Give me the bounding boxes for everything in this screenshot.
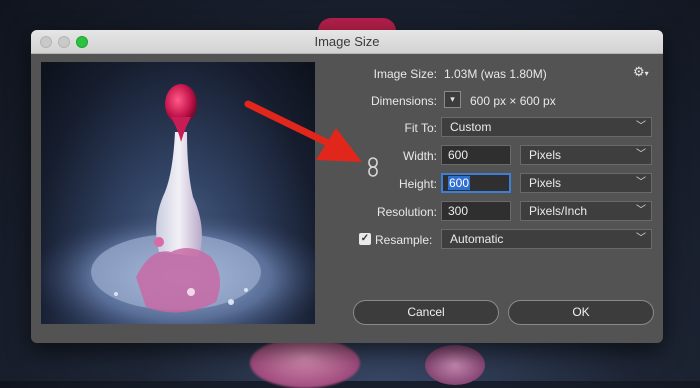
background-splash-bottom-right (425, 345, 485, 385)
cancel-button[interactable]: Cancel (353, 300, 499, 325)
image-size-value: 1.03M (was 1.80M) (444, 67, 547, 81)
resample-value: Automatic (450, 232, 504, 246)
resample-select[interactable]: Automatic ﹀ (441, 229, 652, 249)
height-unit-value: Pixels (529, 176, 562, 190)
height-input[interactable]: 600 (441, 173, 511, 193)
resolution-label: Resolution: (376, 205, 437, 219)
preview-splash-illustration (41, 84, 315, 324)
fit-to-select[interactable]: Custom ﹀ (441, 117, 652, 137)
height-input-selected-text: 600 (448, 176, 471, 190)
resample-label: Resample: (375, 233, 433, 247)
resolution-unit-select[interactable]: Pixels/Inch ﹀ (520, 201, 652, 221)
width-label: Width: (402, 149, 437, 163)
image-preview[interactable] (41, 62, 315, 324)
width-unit-select[interactable]: Pixels ﹀ (520, 145, 652, 165)
dimensions-value: 600 px × 600 px (470, 94, 556, 108)
window-title: Image Size (314, 34, 380, 49)
resolution-unit-value: Pixels/Inch (529, 204, 588, 218)
dimensions-label: Dimensions: (370, 94, 437, 108)
width-input[interactable]: 600 (441, 145, 511, 165)
ok-button[interactable]: OK (508, 300, 654, 325)
chevron-down-icon: ﹀ (636, 149, 646, 160)
height-unit-select[interactable]: Pixels ﹀ (520, 173, 652, 193)
chevron-down-icon: ﹀ (636, 177, 646, 188)
chevron-down-icon: ﹀ (636, 121, 646, 132)
gear-icon[interactable]: ⚙▾ (633, 64, 649, 80)
fit-to-label: Fit To: (404, 121, 437, 135)
chevron-down-icon: ▾ (450, 94, 455, 104)
width-unit-value: Pixels (529, 148, 562, 162)
dimensions-units-dropdown[interactable]: ▾ (444, 91, 461, 108)
fit-to-value: Custom (450, 120, 492, 134)
chevron-down-icon: ﹀ (636, 233, 646, 244)
image-size-label: Image Size: (373, 67, 437, 81)
resolution-input[interactable]: 300 (441, 201, 511, 221)
chevron-down-icon: ﹀ (636, 205, 646, 216)
resample-checkbox[interactable]: ✓ (359, 233, 371, 245)
image-size-dialog: Image Size Image Size: 1.03M (was 1.80M)… (31, 30, 663, 343)
height-label: Height: (398, 177, 437, 191)
title-bar: Image Size (31, 30, 663, 54)
